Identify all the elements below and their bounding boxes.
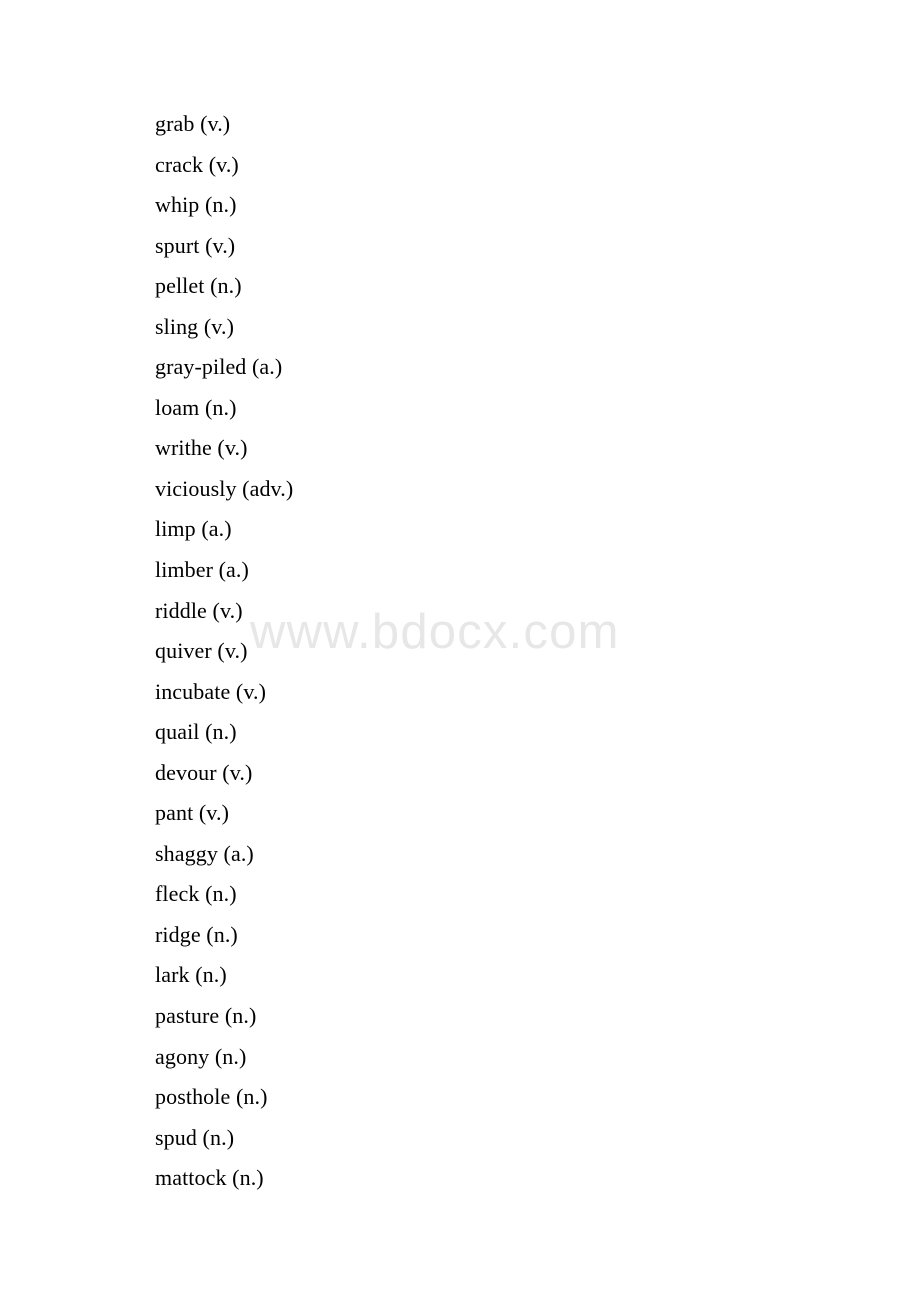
vocabulary-word-entry: quiver (v.)	[155, 638, 248, 664]
vocabulary-word-entry: devour (v.)	[155, 759, 253, 785]
document-page: www.bdocx.com grab (v.) crack (v.) whip (n…	[0, 0, 920, 1302]
vocabulary-word-entry: sling (v.)	[155, 313, 235, 339]
vocabulary-word-entry: fleck (n.)	[155, 881, 237, 907]
vocabulary-word-entry: loam (n.)	[155, 394, 237, 420]
vocabulary-word-entry: mattock (n.)	[155, 1165, 264, 1191]
vocabulary-word-list: grab (v.) crack (v.) whip (n.) spurt (v.) pe…	[155, 104, 755, 1199]
vocabulary-word-entry: pant (v.)	[155, 800, 230, 826]
vocabulary-word-entry: limber (a.)	[155, 557, 249, 583]
vocabulary-word-entry: incubate (v.)	[155, 678, 267, 704]
vocabulary-word-entry: shaggy (a.)	[155, 840, 254, 866]
vocabulary-word-entry: writhe (v.)	[155, 435, 248, 461]
vocabulary-word-entry: whip (n.)	[155, 192, 237, 218]
vocabulary-word-entry: posthole (n.)	[155, 1084, 268, 1110]
vocabulary-word-entry: grab (v.)	[155, 111, 231, 136]
vocabulary-word-entry: spurt (v.)	[155, 232, 236, 258]
vocabulary-word-entry: riddle (v.)	[155, 597, 243, 623]
vocabulary-word-entry: pasture (n.)	[155, 1003, 257, 1029]
vocabulary-word-entry: lark (n.)	[155, 962, 227, 988]
vocabulary-word-entry: gray-piled (a.)	[155, 354, 283, 380]
vocabulary-word-entry: agony (n.)	[155, 1043, 247, 1069]
vocabulary-word-entry: pellet (n.)	[155, 273, 242, 299]
vocabulary-word-entry: crack (v.)	[155, 151, 239, 177]
vocabulary-word-entry: quail (n.)	[155, 719, 237, 745]
vocabulary-word-entry: viciously (adv.)	[155, 475, 294, 501]
vocabulary-word-entry: limp (a.)	[155, 516, 232, 542]
vocabulary-word-entry: spud (n.)	[155, 1124, 235, 1150]
vocabulary-word-entry: ridge (n.)	[155, 921, 238, 947]
